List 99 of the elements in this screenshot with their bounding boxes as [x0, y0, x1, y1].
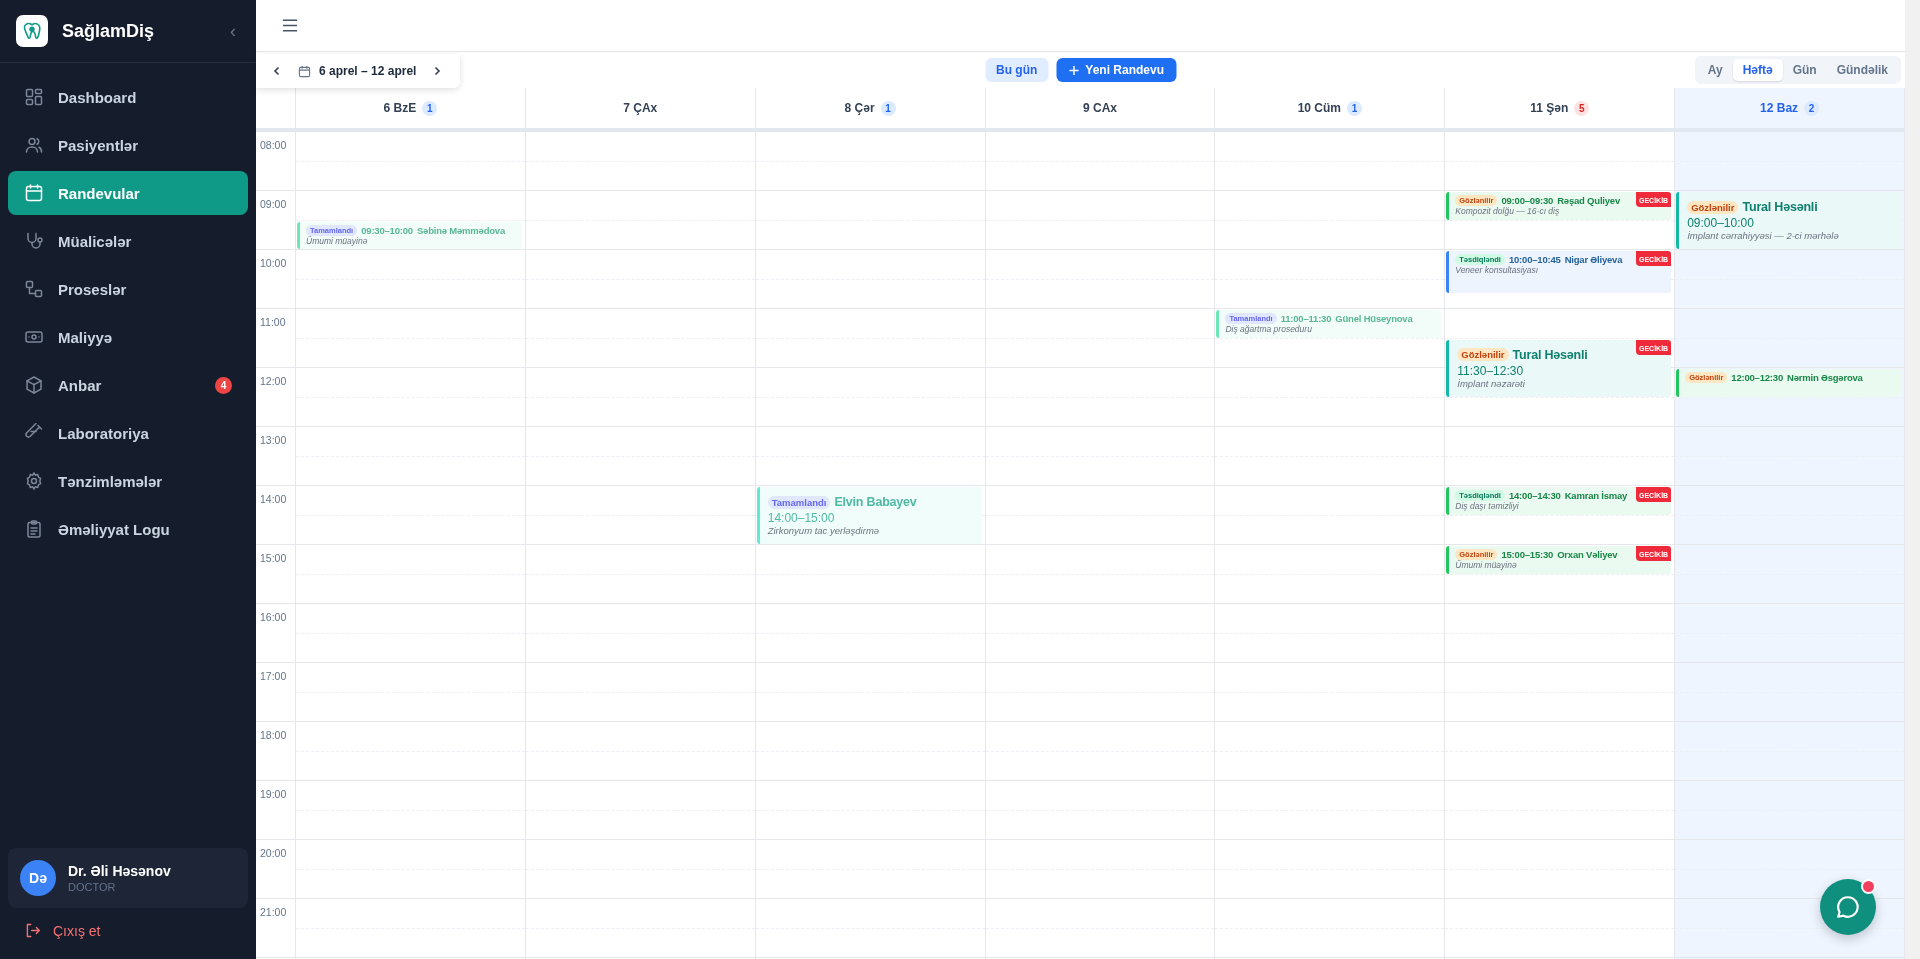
patient-name: Günel Hüseynova [1335, 313, 1413, 324]
nav-item[interactable]: Dashboard [8, 75, 248, 119]
hour-label: 17:00 [260, 670, 287, 682]
status-tag: Gözlənilir [1687, 200, 1739, 214]
hour-label: 10:00 [260, 257, 287, 269]
hour-label: 19:00 [260, 788, 287, 800]
hour-label: 15:00 [260, 552, 287, 564]
appointment-note: İmplant nəzarəti [1457, 377, 1526, 389]
day-header: 12 Baz 2 [1675, 88, 1905, 128]
hour-label: 11:00 [260, 316, 286, 328]
hour-label: 16:00 [260, 611, 287, 623]
menu-icon[interactable] [282, 19, 298, 32]
patient-name: Elvin Babayev [834, 495, 917, 509]
logout-icon [24, 922, 41, 939]
users-icon [24, 135, 44, 155]
logout-link[interactable]: Çıxış et [0, 908, 125, 959]
hour-label: 08:00 [260, 139, 287, 151]
day-header: 10 Cüm 1 [1215, 88, 1446, 128]
linked-squares-icon [24, 279, 44, 299]
appointment-time: 09:00–09:30 [1501, 195, 1554, 206]
calendar-icon [24, 183, 44, 203]
user-role: DOCTOR [68, 881, 117, 893]
appointment-time: 09:30–10:00 [361, 224, 413, 236]
new-appointment-button[interactable]: Yeni Randevu [1056, 58, 1176, 82]
day-header: 9 CAx [985, 88, 1216, 128]
nav-item[interactable]: Anbar 4 [8, 363, 248, 407]
chevron-right-icon [432, 66, 443, 76]
user-avatar: Də [20, 860, 56, 896]
chevron-left-icon [272, 66, 282, 76]
appointment-note: Ümumi müayinə [306, 235, 369, 246]
patient-name: Nərmin Əsgərova [1787, 372, 1863, 383]
hour-label: 14:00 [260, 493, 287, 505]
nav-item[interactable]: Pasiyentlər [8, 123, 248, 167]
status-tag: Gözlənilir [1457, 348, 1509, 361]
hour-label: 13:00 [260, 434, 287, 446]
appointment-note: Ümumi müayinə [1455, 560, 1518, 570]
count-badge: 2 [1804, 100, 1820, 116]
appointment-time: 11:30–12:30 [1457, 363, 1525, 378]
view-tab[interactable]: Ay [1697, 59, 1733, 81]
settings-icon [24, 471, 44, 491]
appointment-time: 12:00–12:30 [1731, 372, 1783, 383]
appointment-note: Diş ağartma proseduru [1225, 324, 1313, 334]
chat-bubble-icon [1835, 894, 1861, 920]
appointment-time: 09:00–10:00 [1687, 216, 1755, 230]
hour-label: 20:00 [260, 847, 287, 859]
day-header: 7 ÇAx [525, 88, 756, 128]
hour-label: 21:00 [260, 906, 287, 918]
nav-item[interactable]: Müalicələr [8, 219, 248, 263]
count-badge: 1 [1347, 100, 1363, 116]
hour-label: 09:00 [260, 198, 287, 210]
patient-name: Kamran İsmay [1564, 490, 1628, 501]
appointment-card[interactable]: Gözlənilir Tural Həsənli 09:00–10:00 İmplant cərrahiyyəsi — 2-ci mərhələ [1676, 192, 1901, 249]
patient-name: Rəşad Quliyev [1557, 195, 1620, 206]
calendar-icon [298, 64, 311, 78]
appointment-note: Diş daşı təmizliyi [1455, 501, 1520, 511]
nav-item[interactable]: Proseslər [8, 267, 248, 311]
date-range: 6 aprel – 12 aprel [319, 64, 417, 78]
hour-label: 18:00 [260, 729, 287, 741]
brand-name: SağlamDiş [62, 20, 156, 42]
appointment-note: Kompozit dolğu — 16-cı diş [1455, 206, 1561, 216]
count-badge: 4 [215, 376, 232, 394]
view-tab[interactable]: Gün [1782, 59, 1827, 81]
nav-item[interactable]: Əməliyyat Logu [8, 507, 248, 551]
day-header: 8 Çər 1 [755, 88, 986, 128]
user-name: Dr. Əli Həsənov [68, 863, 171, 879]
count-badge: 1 [422, 100, 438, 116]
count-badge: 1 [880, 100, 896, 116]
appointment-note: İmplant cərrahiyyəsi — 2-ci mərhələ [1687, 230, 1840, 241]
nav-item[interactable]: Laboratoriya [8, 411, 248, 455]
count-badge: 5 [1574, 100, 1590, 116]
collapse-button[interactable]: ‹ [226, 20, 240, 42]
appointment-card[interactable]: Tamamlandı Elvin Babayev 14:00–15:00 Zirkonyum tac yerləşdirmə [756, 487, 982, 544]
appointment-time: 14:00–15:00 [767, 511, 836, 525]
nav-item[interactable]: Tənzimləmələr [8, 459, 248, 503]
today-button[interactable]: Bu gün [985, 58, 1049, 82]
patient-name: Səbinə Məmmədova [416, 224, 506, 236]
status-tag: Tamamlandı [767, 495, 831, 509]
box-icon [24, 375, 44, 395]
nav-item[interactable]: Maliyyə [8, 315, 248, 359]
appointment-note: Veneer konsultasiyası [1455, 265, 1540, 275]
patient-name: Orxan Vəliyev [1557, 549, 1618, 560]
appointment-time: 10:00–10:45 [1508, 254, 1561, 265]
hour-label: 12:00 [260, 375, 287, 387]
tooth-logo-icon [16, 15, 48, 47]
view-tab[interactable]: Gündəlik [1826, 59, 1898, 81]
patient-name: Nigar Əliyeva [1564, 254, 1623, 265]
dashboard-grid-icon [24, 87, 44, 107]
nav-item[interactable]: Randevular [8, 171, 248, 215]
stethoscope-icon [24, 231, 44, 251]
appointment-time: 11:00–11:30 [1280, 313, 1332, 324]
patient-name: Tural Həsənli [1742, 200, 1818, 214]
day-header: 6 BzE 1 [296, 88, 526, 128]
appointment-time: 15:00–15:30 [1501, 549, 1554, 560]
patient-name: Tural Həsənli [1512, 347, 1588, 362]
appointment-time: 14:00–14:30 [1508, 490, 1561, 501]
appointment-note: Zirkonyum tac yerləşdirmə [767, 525, 881, 536]
plus-icon [1068, 64, 1080, 76]
clipboard-icon [24, 519, 44, 539]
view-tab[interactable]: Həftə [1732, 59, 1783, 81]
